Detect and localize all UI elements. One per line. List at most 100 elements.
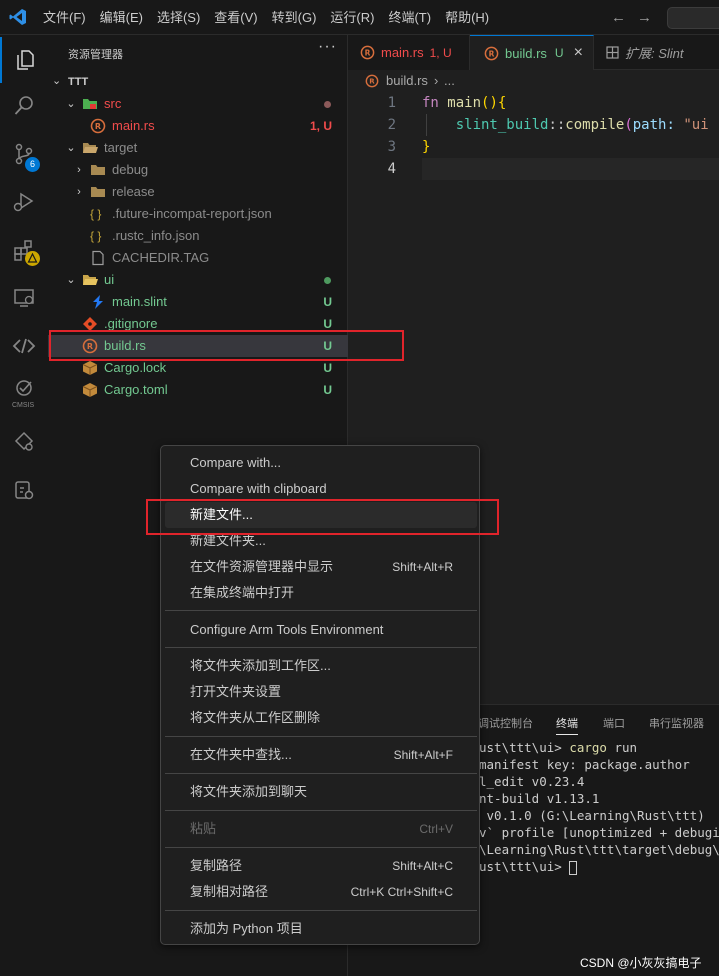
tab-label: 扩展: Slint [625,46,684,61]
menu-item-add-python-project[interactable]: 添加为 Python 项目 [165,916,477,942]
root-folder-label: TTT [68,76,89,88]
folder-icon [91,165,105,175]
terminal-line: nt-build v1.13.1 [479,791,600,806]
title-bar: 文件(F) 编辑(E) 选择(S) 查看(V) 转到(G) 运行(R) 终端(T… [0,0,719,35]
menu-item-label: 添加为 Python 项目 [190,921,303,936]
back-arrow-icon[interactable]: ← [611,9,626,26]
tree-item-main-rs[interactable]: R main.rs 1, U [48,115,348,137]
tree-item-future-report[interactable]: { } .future-incompat-report.json [48,203,348,225]
menu-separator [165,810,477,811]
code-line: slint_build::compile(path: "ui [422,114,709,136]
menu-item-label: 粘贴 [190,821,217,836]
chevron-right-icon: › [77,164,81,176]
tree-item-target[interactable]: ⌄ target [48,137,348,159]
run-debug-icon [13,192,34,212]
tree-item-ui[interactable]: ⌄ ui [48,269,348,291]
tree-item-cargo-toml[interactable]: Cargo.toml U [48,379,348,401]
menu-item-label: 复制相对路径 [190,884,269,899]
tree-item-release[interactable]: › release [48,181,348,203]
menu-item-open-in-terminal[interactable]: 在集成终端中打开 [165,580,477,606]
tab-terminal[interactable]: 终端 [556,715,578,735]
explorer-activity[interactable] [0,37,48,83]
menu-view[interactable]: 查看(V) [207,0,264,35]
arm-tools-activity[interactable] [0,467,48,513]
terminal-args: run [606,740,638,755]
remote-explorer-activity[interactable] [0,275,48,321]
menu-item-find-in-folder[interactable]: 在文件夹中查找... Shift+Alt+F [165,742,477,768]
tree-item-debug[interactable]: › debug [48,159,348,181]
cmsis-label: CMSIS [12,402,35,409]
tree-item-src[interactable]: ⌄ src [48,93,348,115]
close-icon[interactable]: × [574,44,583,62]
terminal-command: cargo [569,740,607,755]
forward-arrow-icon[interactable]: → [637,9,652,26]
menu-bar: 文件(F) 编辑(E) 选择(S) 查看(V) 转到(G) 运行(R) 终端(T… [36,0,496,35]
tree-item-label: Cargo.toml [104,382,168,397]
remote-explorer-icon [14,289,34,307]
chevron-right-icon: › [77,186,81,198]
punctuation-token: ( [624,117,633,133]
tree-item-label: src [104,96,122,111]
menu-selection[interactable]: 选择(S) [150,0,207,35]
file-status: U [323,383,332,397]
menu-item-add-folder-to-workspace[interactable]: 将文件夹添加到工作区... [165,653,477,679]
more-actions-icon[interactable]: ··· [318,38,337,56]
source-control-activity[interactable]: 6 [0,131,48,177]
menu-item-copy-path[interactable]: 复制路径 Shift+Alt+C [165,853,477,879]
explorer-title: 资源管理器 [68,49,123,61]
menu-terminal[interactable]: 终端(T) [381,0,438,35]
folder-open-icon [83,143,98,153]
menu-run[interactable]: 运行(R) [323,0,381,35]
keyword-token: fn [422,95,439,111]
terminal-line: l_edit v0.23.4 [479,774,585,789]
files-icon [17,50,34,70]
menu-item-configure-arm-tools[interactable]: Configure Arm Tools Environment [165,617,477,643]
menu-help[interactable]: 帮助(H) [438,0,496,35]
menu-item-open-folder-settings[interactable]: 打开文件夹设置 [165,679,477,705]
menu-item-shortcut: Ctrl+K Ctrl+Shift+C [350,885,453,899]
cmsis-activity[interactable]: CMSIS [0,371,48,417]
watermark-text: CSDN @小灰灰搞电子 [580,956,702,970]
vscode-logo-icon [9,9,26,25]
menu-item-reveal-in-explorer[interactable]: 在文件资源管理器中显示 Shift+Alt+R [165,554,477,580]
menu-separator [165,610,477,611]
command-center-search[interactable] [667,7,719,29]
menu-go[interactable]: 转到(G) [265,0,324,35]
menu-item-paste[interactable]: 粘贴 Ctrl+V [165,816,477,842]
menu-item-label: 将文件夹添加到聊天 [190,784,308,799]
function-token: main [447,95,482,111]
menu-item-copy-relative-path[interactable]: 复制相对路径 Ctrl+K Ctrl+Shift+C [165,879,477,905]
menu-edit[interactable]: 编辑(E) [93,0,150,35]
menu-file[interactable]: 文件(F) [36,0,93,35]
json-braces-icon: { } [90,207,102,221]
tree-item-rustc-info[interactable]: { } .rustc_info.json [48,225,348,247]
menu-item-shortcut: Shift+Alt+C [392,859,453,873]
chevron-down-icon: ⌄ [52,75,62,87]
tree-item-label: main.rs [112,118,155,133]
breadcrumb-file[interactable]: build.rs [386,70,428,92]
terminal-line: ust\ttt\ui> [479,859,578,875]
tab-serial-monitor[interactable]: 串行监视器 [649,715,704,731]
root-folder-header[interactable]: ⌄ TTT [48,71,348,93]
menu-item-add-folder-to-chat[interactable]: 将文件夹添加到聊天 [165,779,477,805]
line-number: 2 [387,117,396,133]
menu-item-remove-folder-from-workspace[interactable]: 将文件夹从工作区删除 [165,705,477,731]
device-manager-activity[interactable] [0,419,48,465]
tab-build-rs[interactable]: R build.rs U × [470,35,594,70]
breadcrumb-symbol[interactable]: ... [444,70,455,92]
menu-item-label: 将文件夹添加到工作区... [190,658,331,673]
extensions-activity[interactable] [0,227,48,273]
menu-item-compare-with[interactable]: Compare with... [165,450,477,476]
code-activity[interactable] [0,323,48,369]
run-debug-activity[interactable] [0,179,48,225]
tab-debug-console[interactable]: 调试控制台 [478,715,533,731]
tree-item-main-slint[interactable]: main.slint U [48,291,348,313]
current-line-highlight [422,158,719,180]
code-line: fn main(){ [422,92,506,114]
search-activity[interactable] [0,83,48,129]
tab-main-rs[interactable]: R main.rs 1, U [348,35,470,70]
tree-item-cachedir[interactable]: CACHEDIR.TAG [48,247,348,269]
menu-item-label: 打开文件夹设置 [190,684,282,699]
tab-ports[interactable]: 端口 [603,715,625,731]
tab-extension-slint[interactable]: 扩展: Slint [594,35,719,70]
